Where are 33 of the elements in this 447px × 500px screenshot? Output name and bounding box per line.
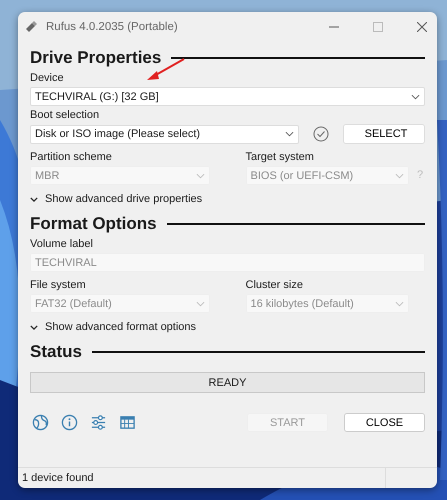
settings-icon[interactable]: [90, 414, 107, 431]
field-label: File system: [30, 279, 86, 292]
section-heading: Format Options: [30, 214, 157, 234]
boot-selection-dropdown[interactable]: Disk or ISO image (Please select): [30, 124, 299, 144]
status-text: 1 device found: [22, 472, 95, 484]
info-icon[interactable]: [61, 414, 78, 431]
close-icon[interactable]: [417, 22, 427, 32]
globe-icon[interactable]: [32, 414, 49, 431]
checkmark-icon[interactable]: [313, 126, 329, 142]
chevron-icon: [196, 300, 204, 306]
field-label: Partition scheme: [30, 151, 112, 164]
chevron-icon: [411, 94, 420, 100]
device-dropdown[interactable]: TECHVIRAL (G:) [32 GB]: [30, 87, 425, 106]
advanced-toggle[interactable]: Show advanced format options: [30, 320, 196, 334]
chevron-icon: [30, 196, 38, 202]
select-button[interactable]: SELECT: [343, 124, 425, 144]
table-icon[interactable]: [119, 414, 136, 431]
field-label: Device: [30, 72, 64, 85]
usb-drive-icon: [24, 20, 38, 34]
field-label: Cluster size: [246, 279, 303, 292]
window-title: Rufus 4.0.2035 (Portable): [46, 21, 178, 33]
section-heading: Status: [30, 342, 82, 362]
chevron-icon: [395, 300, 404, 306]
section-heading: Drive Properties: [30, 48, 162, 68]
field-label: Volume label: [30, 238, 93, 251]
chevron-icon: [395, 172, 404, 178]
chevron-icon: [285, 131, 294, 137]
field-label: Boot selection: [30, 109, 100, 122]
field-label: Target system: [246, 151, 314, 164]
action-button[interactable]: CLOSE: [344, 413, 425, 432]
advanced-toggle[interactable]: Show advanced drive properties: [30, 192, 202, 206]
chevron-icon: [196, 172, 204, 178]
chevron-icon: [30, 324, 38, 330]
